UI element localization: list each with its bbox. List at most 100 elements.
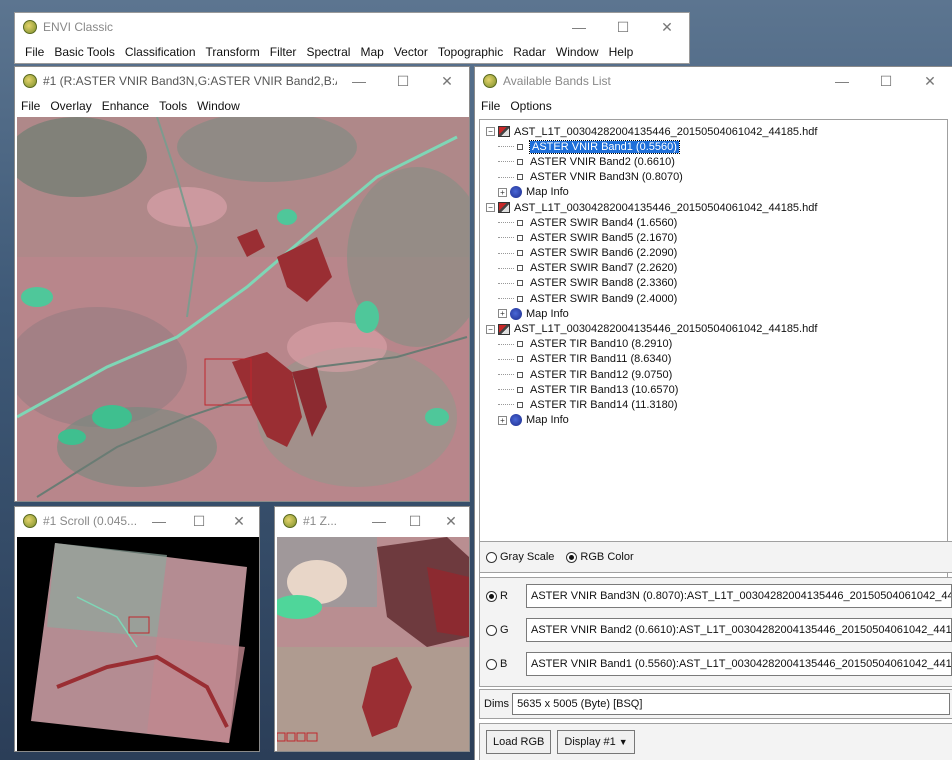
band-icon [517,174,523,181]
menu-spectral[interactable]: Spectral [306,45,350,59]
band-label[interactable]: ASTER TIR Band10 (8.2910) [530,338,672,350]
envi-main-window: ENVI Classic — ☐ ✕ File Basic Tools Clas… [14,12,690,64]
band-label[interactable]: ASTER SWIR Band5 (2.1670) [530,232,677,244]
gray-scale-radio[interactable] [486,551,497,563]
close-icon[interactable]: ✕ [433,513,469,530]
menu-radar[interactable]: Radar [513,45,546,59]
maximize-icon[interactable]: ☐ [397,513,433,530]
tree-band-item[interactable]: ASTER VNIR Band1 (0.5560) [486,139,947,154]
maximize-icon[interactable]: ☐ [601,19,645,36]
tree-file-node[interactable]: − AST_L1T_00304282004135446_2015050406104… [486,124,947,139]
bands-menu-options[interactable]: Options [510,99,551,113]
tree-band-item[interactable]: ASTER VNIR Band2 (0.6610) [486,154,947,169]
zoom-image-view[interactable] [277,537,469,751]
band-icon [517,250,523,257]
band-label[interactable]: ASTER VNIR Band1 (0.5560) [529,139,680,154]
tree-band-item[interactable]: ASTER SWIR Band4 (1.6560) [486,215,947,230]
menu-file[interactable]: File [25,45,44,59]
rgb-color-radio[interactable] [566,551,578,563]
menu-window[interactable]: Window [556,45,599,59]
satellite-image-view[interactable] [17,117,469,501]
tree-band-item[interactable]: ASTER SWIR Band7 (2.2620) [486,261,947,276]
zoom-image [277,537,469,751]
tree-band-item[interactable]: ASTER SWIR Band8 (2.3360) [486,276,947,291]
tree-band-item[interactable]: ASTER TIR Band12 (9.0750) [486,367,947,382]
band-label[interactable]: ASTER TIR Band13 (10.6570) [530,384,678,396]
channel-g-field[interactable]: ASTER VNIR Band2 (0.6610):AST_L1T_003042… [526,618,952,642]
minimize-icon[interactable]: — [139,513,179,529]
image-title: #1 (R:ASTER VNIR Band3N,G:ASTER VNIR Ban… [43,74,337,88]
menu-basic-tools[interactable]: Basic Tools [54,45,114,59]
expand-icon[interactable]: + [498,187,507,197]
tree-file-node[interactable]: − AST_L1T_00304282004135446_2015050406104… [486,321,947,336]
channel-b-field[interactable]: ASTER VNIR Band1 (0.5560):AST_L1T_003042… [526,652,952,676]
collapse-icon[interactable]: − [486,127,495,137]
band-icon [517,371,523,378]
minimize-icon[interactable]: — [361,513,397,529]
collapse-icon[interactable]: − [486,203,495,213]
maximize-icon[interactable]: ☐ [179,513,219,530]
tree-map-info[interactable]: + Map Info [486,413,947,428]
minimize-icon[interactable]: — [337,73,381,89]
expand-icon[interactable]: + [498,415,507,425]
tree-map-info[interactable]: + Map Info [486,185,947,200]
file-icon [498,323,510,335]
band-label[interactable]: ASTER TIR Band11 (8.6340) [530,353,671,365]
tree-band-item[interactable]: ASTER TIR Band13 (10.6570) [486,382,947,397]
load-rgb-button[interactable]: Load RGB [486,730,552,754]
img-menu-tools[interactable]: Tools [159,99,187,113]
tree-band-item[interactable]: ASTER SWIR Band5 (2.1670) [486,230,947,245]
image-window: #1 (R:ASTER VNIR Band3N,G:ASTER VNIR Ban… [14,66,470,502]
channel-r-field[interactable]: ASTER VNIR Band3N (0.8070):AST_L1T_00304… [526,584,952,608]
minimize-icon[interactable]: — [820,73,864,89]
menu-classification[interactable]: Classification [125,45,196,59]
img-menu-window[interactable]: Window [197,99,240,113]
band-label[interactable]: ASTER SWIR Band7 (2.2620) [530,262,677,274]
band-label[interactable]: ASTER TIR Band14 (11.3180) [530,399,678,411]
tree-band-item[interactable]: ASTER TIR Band10 (8.2910) [486,337,947,352]
band-label[interactable]: ASTER VNIR Band2 (0.6610) [530,156,675,168]
channel-b-radio[interactable] [486,658,497,670]
minimize-icon[interactable]: — [557,19,601,35]
scroll-image [17,537,259,751]
tree-band-item[interactable]: ASTER VNIR Band3N (0.8070) [486,170,947,185]
band-label[interactable]: ASTER VNIR Band3N (0.8070) [530,171,683,183]
menu-transform[interactable]: Transform [206,45,260,59]
bands-menu-file[interactable]: File [481,99,500,113]
maximize-icon[interactable]: ☐ [381,73,425,90]
img-menu-enhance[interactable]: Enhance [102,99,149,113]
close-icon[interactable]: ✕ [645,19,689,36]
display-dropdown[interactable]: Display #1 ▼ [557,730,635,754]
band-label[interactable]: ASTER SWIR Band4 (1.6560) [530,217,677,229]
channel-r-radio[interactable] [486,590,497,602]
tree-band-item[interactable]: ASTER TIR Band11 (8.6340) [486,352,947,367]
menu-filter[interactable]: Filter [270,45,297,59]
expand-icon[interactable]: + [498,309,507,319]
menu-help[interactable]: Help [609,45,634,59]
maximize-icon[interactable]: ☐ [864,73,908,90]
bands-menubar: File Options [475,95,952,117]
band-label[interactable]: ASTER SWIR Band8 (2.3360) [530,277,677,289]
band-label[interactable]: ASTER TIR Band12 (9.0750) [530,369,672,381]
img-menu-overlay[interactable]: Overlay [50,99,91,113]
close-icon[interactable]: ✕ [219,513,259,530]
collapse-icon[interactable]: − [486,324,495,334]
scroll-titlebar: #1 Scroll (0.045... — ☐ ✕ [15,507,259,535]
close-icon[interactable]: ✕ [908,73,952,90]
tree-band-item[interactable]: ASTER SWIR Band6 (2.2090) [486,246,947,261]
band-label[interactable]: ASTER SWIR Band9 (2.4000) [530,293,677,305]
menu-topographic[interactable]: Topographic [438,45,503,59]
img-menu-file[interactable]: File [21,99,40,113]
channel-g-radio[interactable] [486,624,497,636]
menu-map[interactable]: Map [360,45,383,59]
tree-file-node[interactable]: − AST_L1T_00304282004135446_2015050406104… [486,200,947,215]
scroll-image-view[interactable] [17,537,259,751]
tree-map-info[interactable]: + Map Info [486,306,947,321]
menu-vector[interactable]: Vector [394,45,428,59]
display-dropdown-label: Display #1 [564,736,616,748]
tree-band-item[interactable]: ASTER SWIR Band9 (2.4000) [486,291,947,306]
band-label[interactable]: ASTER SWIR Band6 (2.2090) [530,247,677,259]
close-icon[interactable]: ✕ [425,73,469,90]
tree-band-item[interactable]: ASTER TIR Band14 (11.3180) [486,397,947,412]
band-icon [517,386,523,393]
